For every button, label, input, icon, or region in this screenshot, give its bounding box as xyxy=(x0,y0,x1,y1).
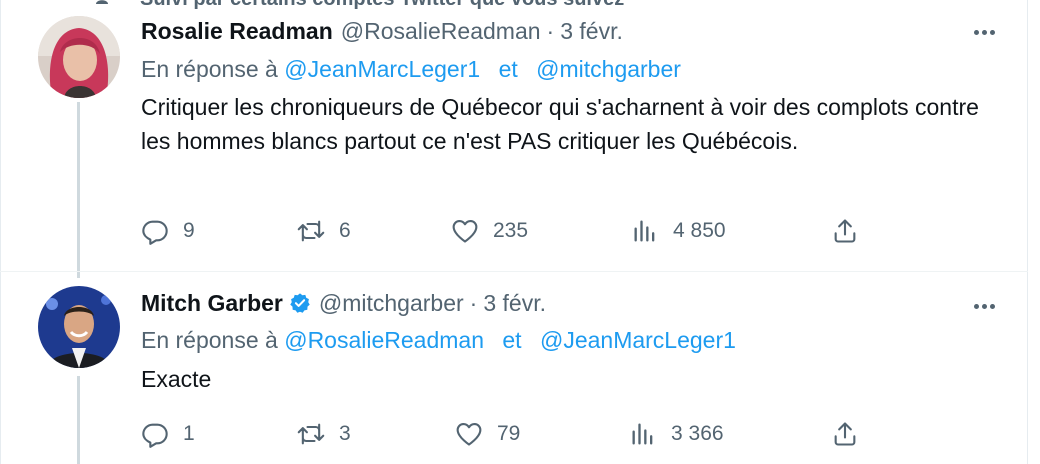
author-handle[interactable]: @mitchgarber xyxy=(319,290,464,317)
share-button[interactable] xyxy=(831,418,859,450)
tweet-header: Mitch Garber @mitchgarber · 3 févr. xyxy=(141,289,546,319)
timeline: Suivi par certains comptes Twitter que v… xyxy=(0,0,1040,464)
more-icon xyxy=(974,304,979,309)
reply-join: et xyxy=(502,327,522,353)
reply-join: et xyxy=(498,56,518,82)
views-button[interactable]: 4 850 xyxy=(631,215,726,247)
views-button[interactable]: 3 366 xyxy=(629,418,724,450)
more-icon xyxy=(982,30,987,35)
share-icon xyxy=(834,219,856,243)
author-name[interactable]: Mitch Garber xyxy=(141,290,283,317)
reply-context: En réponse à @JeanMarcLeger1 et @mitchga… xyxy=(141,56,681,83)
like-button[interactable]: 235 xyxy=(451,215,528,247)
tweet-text: Exacte xyxy=(141,366,212,392)
verified-badge-icon[interactable] xyxy=(289,292,311,314)
mention-link[interactable]: @mitchgarber xyxy=(536,56,681,82)
retweet-count: 3 xyxy=(339,422,351,445)
heart-icon xyxy=(456,423,482,446)
tweet-date[interactable]: 3 févr. xyxy=(483,290,546,317)
views-count: 4 850 xyxy=(673,219,726,242)
mention-link[interactable]: @RosalieReadman xyxy=(284,327,484,353)
tweet[interactable]: Rosalie Readman @RosalieReadman · 3 févr… xyxy=(0,0,1028,272)
reply-context: En réponse à @RosalieReadman et @JeanMar… xyxy=(141,327,736,354)
reply-count: 1 xyxy=(183,422,195,445)
views-icon xyxy=(634,220,655,242)
more-options-button[interactable] xyxy=(970,24,1000,44)
retweet-button[interactable]: 6 xyxy=(297,215,351,247)
reply-count: 9 xyxy=(183,219,195,242)
tweet-date[interactable]: 3 févr. xyxy=(560,18,623,45)
avatar-image xyxy=(38,286,120,368)
separator-dot: · xyxy=(546,18,555,44)
separator-dot: · xyxy=(469,290,478,316)
more-icon xyxy=(990,304,995,309)
share-button[interactable] xyxy=(831,215,859,247)
more-icon xyxy=(982,304,987,309)
reply-prefix: En réponse à xyxy=(141,56,278,82)
more-icon xyxy=(990,30,995,35)
share-icon xyxy=(834,422,856,446)
retweet-button[interactable]: 3 xyxy=(297,418,351,450)
tweet-text: Critiquer les chroniqueurs de Québecor q… xyxy=(141,94,979,154)
reply-button[interactable]: 9 xyxy=(141,215,195,247)
avatar-image xyxy=(38,16,120,98)
tweet-header: Rosalie Readman @RosalieReadman · 3 févr… xyxy=(141,18,623,48)
retweet-count: 6 xyxy=(339,219,351,242)
like-button[interactable]: 79 xyxy=(455,418,520,450)
tweet-actions: 1 3 79 3 366 xyxy=(141,418,881,450)
author-name[interactable]: Rosalie Readman xyxy=(141,18,333,45)
reply-button[interactable]: 1 xyxy=(141,418,195,450)
heart-icon xyxy=(452,220,478,243)
reply-icon xyxy=(142,423,168,448)
retweet-icon xyxy=(297,423,325,445)
retweet-icon xyxy=(297,220,325,242)
like-count: 79 xyxy=(497,422,521,445)
reply-prefix: En réponse à xyxy=(141,327,278,353)
reply-icon xyxy=(142,220,168,245)
views-icon xyxy=(632,423,653,445)
mention-link[interactable]: @JeanMarcLeger1 xyxy=(540,327,736,353)
views-count: 3 366 xyxy=(671,422,724,445)
avatar[interactable] xyxy=(38,16,120,98)
tweet-actions: 9 6 235 4 850 xyxy=(141,215,881,247)
like-count: 235 xyxy=(493,219,529,242)
tweet[interactable]: Mitch Garber @mitchgarber · 3 févr. En r… xyxy=(0,272,1028,464)
mention-link[interactable]: @JeanMarcLeger1 xyxy=(284,56,480,82)
more-options-button[interactable] xyxy=(970,298,1000,318)
more-icon xyxy=(974,30,979,35)
avatar[interactable] xyxy=(38,286,120,368)
author-handle[interactable]: @RosalieReadman xyxy=(341,18,541,45)
